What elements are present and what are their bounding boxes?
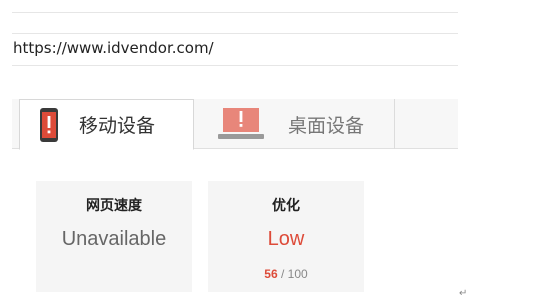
mobile-phone-alert-icon bbox=[40, 107, 58, 142]
divider-top bbox=[12, 12, 458, 13]
optimization-score-max: 100 bbox=[287, 267, 308, 281]
score-separator: / bbox=[277, 267, 288, 281]
divider-url-bottom bbox=[12, 65, 458, 66]
optimization-score: 56 / 100 bbox=[208, 267, 364, 281]
optimization-card: 优化 Low 56 / 100 bbox=[208, 181, 364, 292]
desktop-alert-icon bbox=[218, 108, 264, 139]
tab-desktop-label: 桌面设备 bbox=[288, 114, 365, 137]
tab-mobile-label: 移动设备 bbox=[79, 115, 156, 137]
page-speed-title: 网页速度 bbox=[86, 198, 142, 214]
page-speed-card: 网页速度 Unavailable bbox=[36, 181, 192, 292]
optimization-value: Low bbox=[267, 228, 305, 250]
device-tabs: 移动设备 桌面设备 bbox=[12, 99, 458, 150]
tab-desktop[interactable]: 桌面设备 bbox=[194, 99, 395, 149]
url-text: https://www.idvendor.com/ bbox=[13, 39, 214, 57]
divider-url-top bbox=[12, 33, 458, 34]
page-speed-value: Unavailable bbox=[61, 228, 167, 250]
optimization-score-value: 56 bbox=[264, 267, 278, 281]
optimization-title: 优化 bbox=[272, 198, 300, 214]
tab-mobile[interactable]: 移动设备 bbox=[19, 99, 194, 150]
paragraph-mark: ↵ bbox=[459, 288, 468, 299]
